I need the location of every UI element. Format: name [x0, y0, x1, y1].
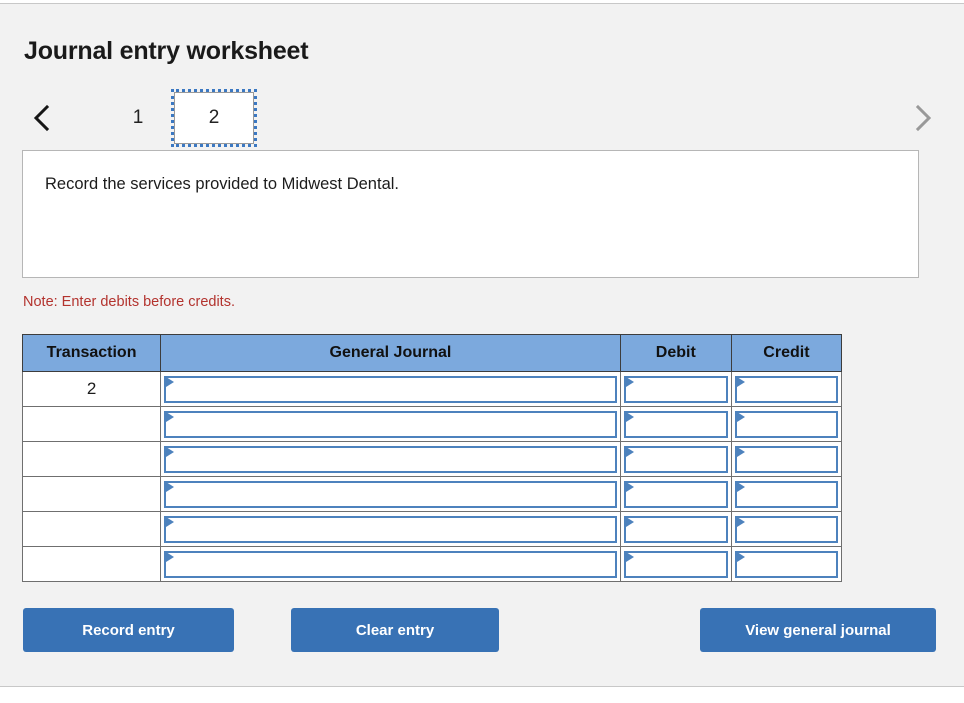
field-marker-icon — [166, 481, 175, 492]
debit-cell — [619, 371, 732, 407]
general-journal-input[interactable] — [164, 550, 617, 578]
field-marker-icon — [166, 516, 175, 527]
credit-cell — [730, 476, 843, 512]
transaction-cell: 2 — [21, 371, 162, 407]
general-journal-input[interactable] — [164, 375, 617, 403]
debit-cell — [619, 546, 732, 582]
field-marker-icon — [625, 481, 634, 492]
pagination-tab-2-label: 2 — [208, 107, 220, 128]
journal-entry-worksheet-page: Journal entry worksheet 1 2 Record the s… — [0, 0, 964, 703]
general-journal-cell — [160, 371, 621, 407]
instruction-box: Record the services provided to Midwest … — [22, 150, 919, 278]
record-entry-button[interactable]: Record entry — [23, 608, 234, 652]
column-header-general-journal: General Journal — [160, 334, 621, 372]
transaction-cell — [21, 511, 162, 547]
column-header-transaction: Transaction — [21, 334, 162, 372]
debit-cell — [619, 441, 732, 477]
general-journal-input[interactable] — [164, 480, 617, 508]
view-general-journal-button[interactable]: View general journal — [700, 608, 936, 652]
page-title: Journal entry worksheet — [24, 37, 309, 65]
debit-input[interactable] — [623, 375, 728, 403]
credit-cell — [730, 441, 843, 477]
general-journal-input[interactable] — [164, 445, 617, 473]
worksheet-panel: Journal entry worksheet 1 2 Record the s… — [0, 3, 964, 687]
table-header-row: Transaction General Journal Debit Credit — [21, 334, 843, 372]
general-journal-cell — [160, 511, 621, 547]
table-body: 2 — [21, 371, 843, 582]
general-journal-cell — [160, 546, 621, 582]
field-marker-icon — [625, 516, 634, 527]
general-journal-cell — [160, 406, 621, 442]
credit-input[interactable] — [734, 445, 838, 473]
table-row — [21, 476, 843, 512]
clear-entry-button[interactable]: Clear entry — [291, 608, 499, 652]
debit-input[interactable] — [623, 445, 728, 473]
field-marker-icon — [166, 446, 175, 457]
transaction-cell — [21, 406, 162, 442]
table-row — [21, 511, 843, 547]
field-marker-icon — [736, 411, 745, 422]
pagination-tab-1-label: 1 — [132, 107, 144, 128]
transaction-cell — [21, 441, 162, 477]
debit-cell — [619, 476, 732, 512]
field-marker-icon — [736, 376, 745, 387]
previous-page-button[interactable] — [22, 92, 62, 144]
field-marker-icon — [736, 551, 745, 562]
field-marker-icon — [736, 516, 745, 527]
debit-input[interactable] — [623, 515, 728, 543]
credit-cell — [730, 406, 843, 442]
field-marker-icon — [625, 376, 634, 387]
debits-before-credits-note: Note: Enter debits before credits. — [23, 294, 235, 310]
general-journal-cell — [160, 441, 621, 477]
field-marker-icon — [166, 411, 175, 422]
debit-input[interactable] — [623, 550, 728, 578]
table-row — [21, 406, 843, 442]
field-marker-icon — [166, 551, 175, 562]
chevron-right-icon — [912, 103, 932, 133]
field-marker-icon — [166, 376, 175, 387]
credit-input[interactable] — [734, 515, 838, 543]
next-page-button[interactable] — [902, 92, 942, 144]
column-header-credit: Credit — [730, 334, 843, 372]
pagination-tab-2[interactable]: 2 — [171, 89, 257, 147]
credit-cell — [730, 371, 843, 407]
instruction-text: Record the services provided to Midwest … — [45, 175, 399, 193]
credit-cell — [730, 511, 843, 547]
general-journal-input[interactable] — [164, 410, 617, 438]
debit-cell — [619, 511, 732, 547]
debit-input[interactable] — [623, 480, 728, 508]
field-marker-icon — [625, 551, 634, 562]
table-row — [21, 546, 843, 582]
journal-entry-table: Transaction General Journal Debit Credit… — [21, 334, 843, 582]
credit-input[interactable] — [734, 480, 838, 508]
table-row: 2 — [21, 371, 843, 407]
pagination-tab-1[interactable]: 1 — [110, 92, 166, 144]
credit-input[interactable] — [734, 375, 838, 403]
credit-input[interactable] — [734, 410, 838, 438]
pagination-bar: 1 2 — [22, 89, 942, 154]
table-header: Transaction General Journal Debit Credit — [21, 334, 843, 372]
table-row — [21, 441, 843, 477]
debit-input[interactable] — [623, 410, 728, 438]
column-header-debit: Debit — [619, 334, 732, 372]
transaction-cell — [21, 546, 162, 582]
field-marker-icon — [736, 446, 745, 457]
general-journal-input[interactable] — [164, 515, 617, 543]
debit-cell — [619, 406, 732, 442]
credit-input[interactable] — [734, 550, 838, 578]
credit-cell — [730, 546, 843, 582]
general-journal-cell — [160, 476, 621, 512]
field-marker-icon — [625, 446, 634, 457]
transaction-cell — [21, 476, 162, 512]
field-marker-icon — [736, 481, 745, 492]
field-marker-icon — [625, 411, 634, 422]
chevron-left-icon — [32, 103, 52, 133]
